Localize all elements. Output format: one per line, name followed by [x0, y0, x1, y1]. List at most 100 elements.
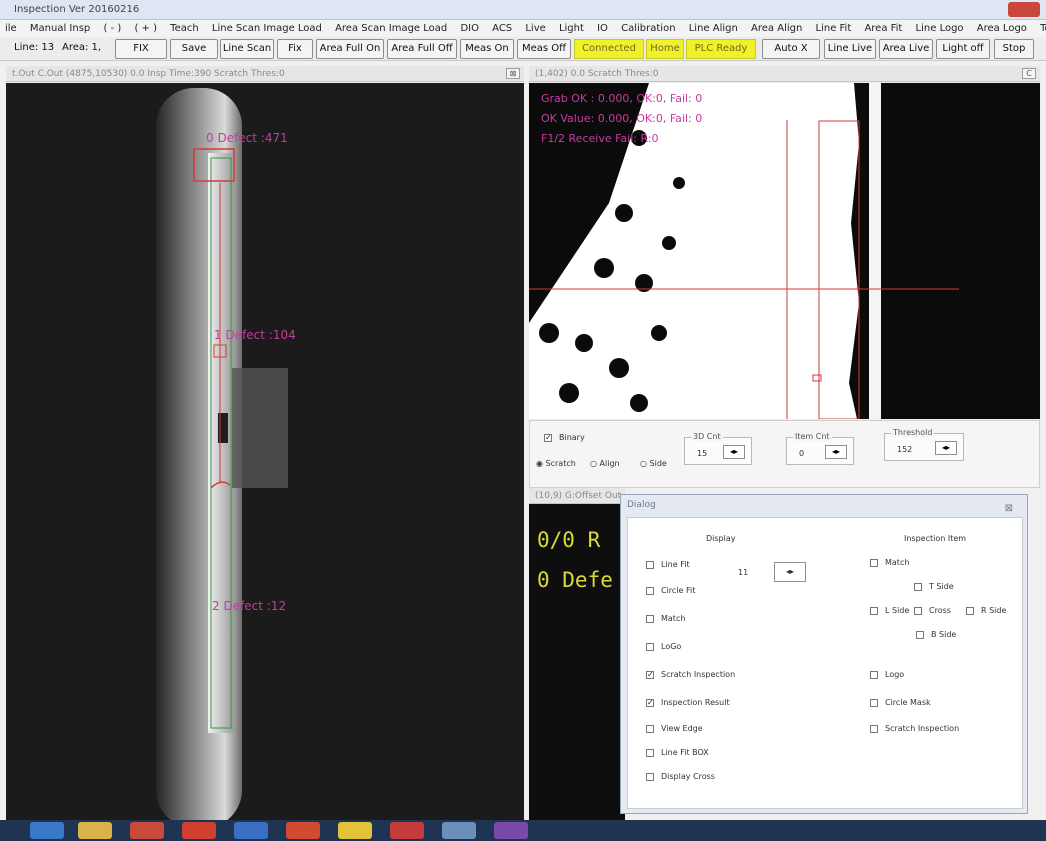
b-side-check-box[interactable] [916, 630, 924, 639]
meas-on-button[interactable]: Meas On [460, 39, 514, 59]
l-side-check-box[interactable] [870, 606, 878, 615]
logo-check-box[interactable] [646, 642, 654, 651]
inspect-scratch-checkbox[interactable]: Scratch Inspection [870, 724, 959, 734]
menu-item-calibration[interactable]: Calibration [616, 20, 680, 37]
inspection-result-check-box[interactable]: ✓ [646, 698, 654, 707]
menu-item-total-operation[interactable]: Total Operation [1035, 20, 1046, 37]
r-side-check-box[interactable] [966, 606, 974, 615]
l-side-checkbox[interactable]: L Side [870, 606, 909, 616]
radio-align-dot[interactable]: ○ [590, 459, 600, 468]
line-fit-checkbox[interactable]: Line Fit [646, 560, 690, 570]
radio-side-dot[interactable]: ○ [640, 459, 650, 468]
menu-item-live[interactable]: Live [520, 20, 550, 37]
powerpoint-icon[interactable] [286, 822, 320, 839]
t-side-check-box[interactable] [914, 582, 922, 591]
inspect-match-checkbox[interactable]: Match [870, 558, 909, 568]
display-cross-check-box[interactable] [646, 772, 654, 781]
logo-checkbox[interactable]: LoGo [646, 642, 681, 652]
view-edge-check-box[interactable] [646, 724, 654, 733]
menu-item-file[interactable]: ile [0, 20, 22, 37]
t-side-checkbox[interactable]: T Side [914, 582, 954, 592]
left-panel-close-button[interactable]: ⊠ [506, 68, 520, 79]
binary-check-box[interactable]: ✓ [544, 433, 552, 442]
menu-item-line-logo[interactable]: Line Logo [911, 20, 969, 37]
threshold-spinner[interactable]: ◂▸ [935, 441, 957, 455]
vs-icon[interactable] [494, 822, 528, 839]
area-full-on-button[interactable]: Area Full On [316, 39, 384, 59]
menu-item-light[interactable]: Light [554, 20, 589, 37]
menu-item-zoom-out[interactable]: ( - ) [98, 20, 126, 37]
menu-item-area-logo[interactable]: Area Logo [972, 20, 1032, 37]
inspect-logo-checkbox[interactable]: Logo [870, 670, 904, 680]
app-icon[interactable] [234, 822, 268, 839]
tool-icon[interactable] [390, 822, 424, 839]
menu-item-line-align[interactable]: Line Align [684, 20, 743, 37]
inspect-scratch-check-box[interactable] [870, 724, 878, 733]
menu-item-io[interactable]: IO [592, 20, 613, 37]
circle-fit-check-box[interactable] [646, 586, 654, 595]
scratch-inspection-check-box[interactable]: ✓ [646, 670, 654, 679]
radio-align[interactable]: ○ Align [590, 459, 620, 469]
menu-item-line-scan-load[interactable]: Line Scan Image Load [207, 20, 327, 37]
menu-item-line-fit[interactable]: Line Fit [811, 20, 857, 37]
media-icon[interactable] [130, 822, 164, 839]
menu-item-area-scan-load[interactable]: Area Scan Image Load [330, 20, 452, 37]
cnt-3d-value[interactable]: 15 [697, 449, 707, 458]
right-panel-close-button[interactable]: C [1022, 68, 1036, 79]
stop-button[interactable]: Stop [994, 39, 1034, 59]
menu-item-dio[interactable]: DIO [455, 20, 484, 37]
line-fit-box-check-box[interactable] [646, 748, 654, 757]
line-fit-check-box[interactable] [646, 560, 654, 569]
save-button[interactable]: Save [170, 39, 218, 59]
meas-off-button[interactable]: Meas Off [517, 39, 571, 59]
cnt-3d-spinner[interactable]: ◂▸ [723, 445, 745, 459]
match-check-box[interactable] [646, 614, 654, 623]
r-side-checkbox[interactable]: R Side [966, 606, 1006, 616]
menu-item-manual-insp[interactable]: Manual Insp [25, 20, 95, 37]
binary-checkbox[interactable]: ✓ Binary [544, 433, 585, 443]
inspect-match-check-box[interactable] [870, 558, 878, 567]
inspect-logo-check-box[interactable] [870, 670, 878, 679]
line-scan-image-view[interactable]: 0 Defect :471 1 Defect :104 2 Defect :12 [6, 83, 524, 820]
display-cross-checkbox[interactable]: Display Cross [646, 772, 715, 782]
menu-item-acs[interactable]: ACS [487, 20, 517, 37]
area-full-off-button[interactable]: Area Full Off [387, 39, 457, 59]
line-fit-spinner[interactable]: ◂▸ [774, 562, 806, 582]
match-checkbox[interactable]: Match [646, 614, 685, 624]
threshold-value[interactable]: 152 [897, 445, 912, 454]
explorer-icon[interactable] [78, 822, 112, 839]
view-edge-checkbox[interactable]: View Edge [646, 724, 703, 734]
circle-mask-check-box[interactable] [870, 698, 878, 707]
b-side-checkbox[interactable]: B Side [916, 630, 956, 640]
area-live-button[interactable]: Area Live [879, 39, 933, 59]
area-scan-image-view[interactable]: Grab OK : 0.000, OK:0, Fail: 0 OK Value:… [529, 83, 1040, 419]
line-scan-button[interactable]: Line Scan [220, 39, 274, 59]
dialog-close-button[interactable]: ⊠ [1005, 499, 1013, 519]
item-cnt-spinner[interactable]: ◂▸ [825, 445, 847, 459]
circle-mask-checkbox[interactable]: Circle Mask [870, 698, 931, 708]
circle-fit-checkbox[interactable]: Circle Fit [646, 586, 695, 596]
scratch-inspection-checkbox[interactable]: ✓ Scratch Inspection [646, 670, 735, 680]
kakao-icon[interactable] [338, 822, 372, 839]
fix-button[interactable]: Fix [277, 39, 313, 59]
start-button-icon[interactable] [30, 822, 64, 839]
window-close-button[interactable] [1008, 2, 1040, 17]
radio-scratch-dot[interactable]: ◉ [536, 459, 546, 468]
cross-checkbox[interactable]: Cross [914, 606, 951, 616]
radio-side[interactable]: ○ Side [640, 459, 667, 469]
chrome-icon[interactable] [182, 822, 216, 839]
radio-scratch[interactable]: ◉ Scratch [536, 459, 576, 469]
dialog-titlebar[interactable]: Dialog ⊠ [621, 495, 1027, 515]
line-live-button[interactable]: Line Live [824, 39, 876, 59]
item-cnt-value[interactable]: 0 [799, 449, 804, 458]
menu-item-area-fit[interactable]: Area Fit [859, 20, 907, 37]
cross-check-box[interactable] [914, 606, 922, 615]
menu-item-zoom-in[interactable]: ( + ) [129, 20, 162, 37]
line-fit-box-checkbox[interactable]: Line Fit BOX [646, 748, 709, 758]
auto-x-button[interactable]: Auto X [762, 39, 820, 59]
inspection-result-checkbox[interactable]: ✓ Inspection Result [646, 698, 730, 708]
paint-icon[interactable] [442, 822, 476, 839]
menu-item-teach[interactable]: Teach [165, 20, 204, 37]
fix-tag-button[interactable]: FIX [115, 39, 167, 59]
light-off-button[interactable]: Light off [936, 39, 990, 59]
